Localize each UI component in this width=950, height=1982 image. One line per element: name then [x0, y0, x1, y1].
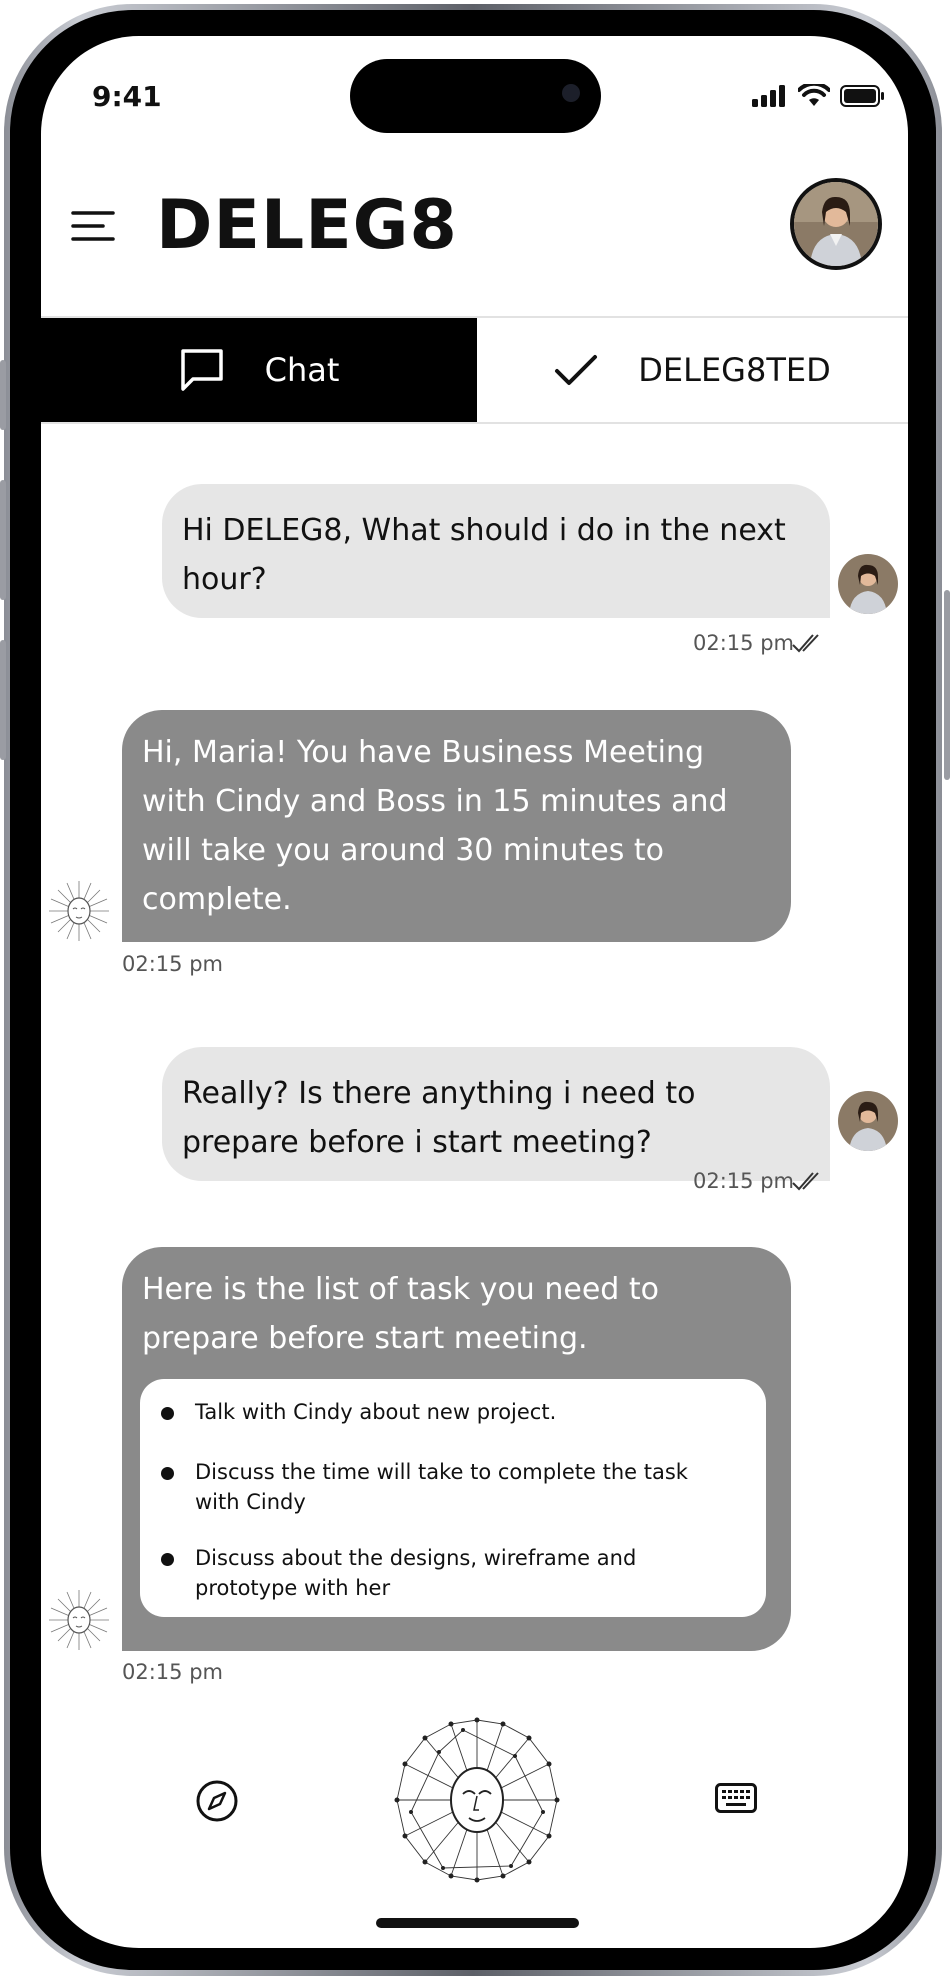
user-avatar [838, 1091, 898, 1151]
screen: 9:41 DELEG8 Chat DELEG8TED Hi DELEG8, Wh… [41, 36, 908, 1948]
task-item: Talk with Cindy about new project. [161, 1397, 735, 1427]
message-text: Really? Is there anything i need to prep… [182, 1076, 696, 1160]
bot-message-bubble: Hi, Maria! You have Business Meeting wit… [122, 710, 791, 942]
app-title: DELEG8 [156, 186, 458, 265]
mute-switch [0, 360, 6, 430]
message-timestamp: 02:15 pm [693, 631, 794, 655]
message-timestamp: 02:15 pm [122, 1660, 223, 1684]
hamburger-menu-icon[interactable] [71, 210, 115, 241]
read-receipt-icon [792, 634, 819, 653]
keyboard-icon[interactable] [715, 1783, 757, 1813]
tab-delegated-label: DELEG8TED [638, 351, 831, 389]
ai-face-icon[interactable] [393, 1716, 561, 1884]
task-text: Talk with Cindy about new project. [195, 1400, 557, 1424]
tab-chat-label: Chat [264, 351, 340, 389]
bullet-icon [161, 1407, 174, 1420]
message-text: Hi DELEG8, What should i do in the next … [182, 513, 786, 597]
bot-message-bubble: Here is the list of task you need to pre… [122, 1247, 791, 1651]
message-timestamp: 02:15 pm [693, 1169, 794, 1193]
home-indicator [376, 1918, 579, 1928]
power-button [944, 590, 950, 780]
chat-bubble-icon [180, 349, 223, 391]
bullet-icon [161, 1553, 174, 1566]
bullet-icon [161, 1467, 174, 1480]
compass-icon[interactable] [195, 1779, 239, 1823]
user-message-bubble: Hi DELEG8, What should i do in the next … [162, 484, 830, 618]
tab-bar: Chat DELEG8TED [41, 316, 908, 424]
volume-up-button [0, 480, 6, 600]
message-text: Here is the list of task you need to pre… [142, 1272, 659, 1356]
message-timestamp: 02:15 pm [122, 952, 223, 976]
task-text: Discuss about the designs, wireframe and… [195, 1546, 637, 1600]
message-text: Hi, Maria! You have Business Meeting wit… [142, 735, 728, 917]
read-receipt-icon [792, 1172, 819, 1191]
user-message-bubble: Really? Is there anything i need to prep… [162, 1047, 830, 1181]
volume-down-button [0, 640, 6, 760]
task-item: Discuss the time will take to complete t… [161, 1457, 735, 1517]
tab-chat[interactable]: Chat [41, 318, 477, 422]
user-avatar [838, 554, 898, 614]
tab-delegated[interactable]: DELEG8TED [477, 318, 908, 422]
checkmark-icon [555, 355, 598, 385]
profile-avatar[interactable] [790, 178, 882, 270]
task-text: Discuss the time will take to complete t… [195, 1460, 688, 1514]
bot-avatar-icon [49, 1590, 109, 1650]
app-header: DELEG8 [41, 36, 908, 270]
task-list-card: Talk with Cindy about new project. Discu… [140, 1379, 766, 1617]
bot-avatar-icon [49, 881, 109, 941]
task-item: Discuss about the designs, wireframe and… [161, 1543, 735, 1603]
